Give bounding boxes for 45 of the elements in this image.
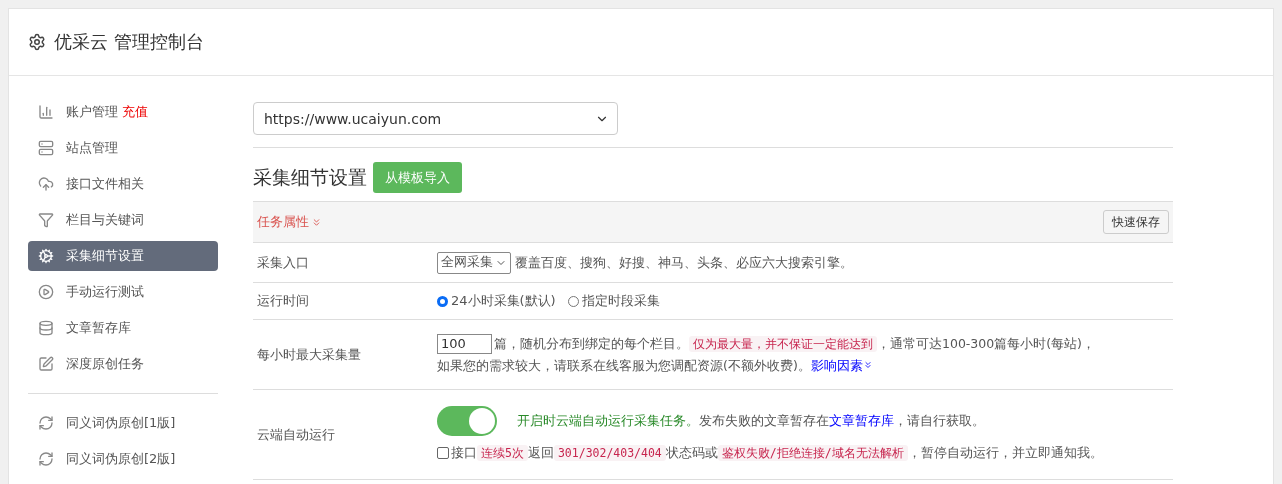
cloud-upload-icon	[38, 176, 54, 192]
count-field[interactable]: 100	[437, 333, 492, 354]
settings-icon	[28, 33, 46, 51]
refresh-icon	[38, 415, 54, 431]
notify-description: 接口 连续5次 返回 301/302/403/404 状态码或 鉴权失败/拒绝连接/域名无法解析 ，暂停自动运行，并立即通知我。	[451, 443, 1103, 463]
double-chevron-icon	[862, 359, 873, 370]
text-link[interactable]: 文章暂存库	[829, 412, 894, 428]
quick-save-button[interactable]: 快速保存	[1103, 210, 1169, 234]
sidebar-item[interactable]: 栏目与关键词	[28, 205, 218, 235]
bar-chart-icon	[38, 104, 54, 120]
sidebar-item[interactable]: 站点管理	[28, 133, 218, 163]
database-icon	[38, 320, 54, 336]
page-title: 优采云 管理控制台	[54, 30, 204, 54]
sidebar-item[interactable]: 同义词伪原创[2版]	[28, 444, 218, 474]
server-icon	[38, 140, 54, 156]
field-label: 运行时间	[256, 292, 310, 310]
max-count-description: 100 篇，随机分布到绑定的每个栏目。 仅为最大量，并不保证一定能达到 ，通常可达100-300篇每小时(每站)， 如果您的需求较大，请联系在线客服为您调配资源(不额外收费)。影响因素	[437, 332, 1095, 375]
play-icon	[38, 284, 54, 300]
radio-option[interactable]: 24小时采集(默认)	[437, 292, 556, 310]
section-title: 采集细节设置	[253, 164, 367, 190]
sidebar-item[interactable]: 深度原创任务	[28, 349, 218, 379]
filter-icon	[38, 212, 54, 228]
checkbox[interactable]	[437, 446, 449, 459]
field-label: 云端自动运行	[256, 425, 336, 444]
sidebar-item[interactable]: 采集细节设置	[28, 241, 218, 271]
sidebar-item[interactable]: 接口文件相关	[28, 169, 218, 199]
sidebar-item[interactable]: 同义词伪原创[1版]	[28, 408, 218, 438]
refresh-icon	[38, 451, 54, 467]
gear-icon	[38, 248, 54, 264]
sidebar-item[interactable]: 文章暂存库	[28, 313, 218, 343]
auto-run-description: 开启时云端自动运行采集任务。发布失败的文章暂存在文章暂存库，请自行获取。	[517, 411, 985, 430]
field-label: 每小时最大采集量	[256, 345, 362, 364]
toggle-switch[interactable]	[437, 405, 497, 436]
radio-option[interactable]: 指定时段采集	[567, 292, 660, 310]
source-note: 覆盖百度、搜狗、好搜、神马、头条、必应六大搜索引擎。	[515, 253, 853, 272]
sidebar-item[interactable]: 账户管理 充值	[28, 97, 218, 127]
field-label: 采集入口	[256, 253, 310, 272]
source-select[interactable]: 全网采集	[437, 251, 511, 274]
task-properties-toggle[interactable]: 任务属性	[257, 213, 322, 231]
sidebar-item[interactable]: 手动运行测试	[28, 277, 218, 307]
text-link[interactable]: 影响因素	[810, 357, 863, 373]
double-chevron-icon	[311, 216, 322, 228]
recharge-link[interactable]: 充值	[122, 103, 148, 121]
site-select[interactable]: https://www.ucaiyun.com	[253, 102, 618, 135]
edit-icon	[38, 356, 54, 372]
